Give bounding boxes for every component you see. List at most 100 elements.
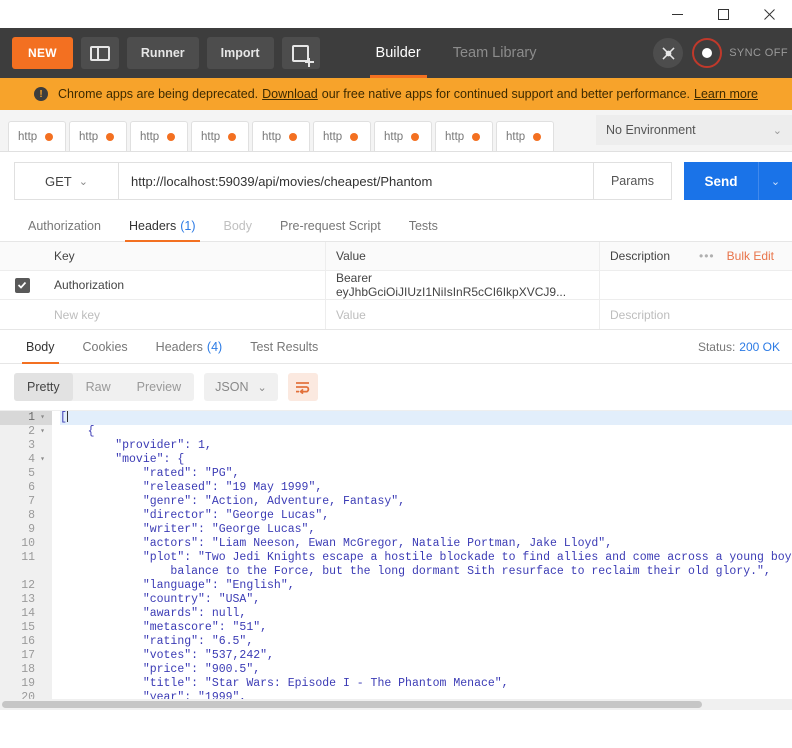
- header-description-input[interactable]: [600, 271, 792, 299]
- response-status: Status: 200 OK: [698, 330, 792, 363]
- horizontal-scrollbar-thumb[interactable]: [2, 701, 702, 708]
- line-number-value: 18: [21, 663, 35, 676]
- response-tab-headers[interactable]: Headers (4): [142, 330, 237, 363]
- headers-table-actions: ••• Bulk Edit: [699, 249, 782, 263]
- send-options-caret[interactable]: ⌄: [758, 162, 792, 200]
- fold-arrow-icon[interactable]: ▾: [39, 425, 46, 439]
- header-key-input[interactable]: Authorization: [44, 271, 326, 299]
- url-input[interactable]: http://localhost:59039/api/movies/cheape…: [118, 162, 594, 200]
- tab-team-library[interactable]: Team Library: [437, 28, 553, 78]
- close-icon[interactable]: [746, 0, 792, 28]
- status-badge: 200 OK: [739, 339, 780, 354]
- request-subtab-body[interactable]: Body: [210, 210, 267, 241]
- fold-arrow-icon[interactable]: ▾: [39, 411, 46, 425]
- request-subtab-pre-request-script[interactable]: Pre-request Script: [266, 210, 395, 241]
- table-row-placeholder: New key Value Description: [0, 300, 792, 329]
- line-number: 11: [0, 551, 52, 565]
- tab-builder[interactable]: Builder: [360, 28, 437, 78]
- code-line: "provider": 1,: [60, 439, 212, 452]
- request-tab-3[interactable]: http: [191, 121, 249, 151]
- code-line: "director": "George Lucas",: [60, 509, 330, 522]
- url-bar: GET ⌄ http://localhost:59039/api/movies/…: [0, 152, 792, 210]
- code-line: "rated": "PG",: [60, 467, 240, 480]
- request-subtabs: Authorization Headers (1) Body Pre-request S…: [0, 210, 792, 242]
- request-tab-2[interactable]: http: [130, 121, 188, 151]
- view-mode-raw[interactable]: Raw: [73, 373, 124, 401]
- response-body-viewer[interactable]: 1▾2▾34▾56789101112131415161718192021 [ {…: [0, 410, 792, 710]
- banner-download-link[interactable]: Download: [262, 87, 318, 101]
- request-tab-4[interactable]: http: [252, 121, 310, 151]
- new-button[interactable]: NEW: [12, 37, 73, 69]
- bulk-edit-button[interactable]: Bulk Edit: [727, 249, 774, 263]
- column-header-key: Key: [44, 242, 326, 270]
- line-number-value: 19: [21, 677, 35, 690]
- banner-learn-more-link[interactable]: Learn more: [694, 87, 758, 101]
- response-tab-count: (4): [206, 339, 223, 354]
- request-tab-label: http: [445, 130, 465, 143]
- environment-select-label: No Environment: [606, 123, 696, 137]
- request-subtab-tests[interactable]: Tests: [395, 210, 452, 241]
- response-tab-cookies[interactable]: Cookies: [69, 330, 142, 363]
- code-content[interactable]: [ { "provider": 1, "movie": { "rated": "…: [52, 411, 792, 710]
- request-subtab-authorization[interactable]: Authorization: [14, 210, 115, 241]
- request-tab-label: http: [384, 130, 404, 143]
- response-tab-test-results[interactable]: Test Results: [236, 330, 332, 363]
- request-tab-label: http: [201, 130, 221, 143]
- line-number-value: 8: [28, 509, 35, 522]
- new-key-input[interactable]: New key: [44, 300, 326, 329]
- new-tab-button[interactable]: [281, 37, 320, 69]
- sync-status-icon[interactable]: [692, 38, 723, 68]
- wrap-lines-button[interactable]: [287, 373, 318, 401]
- params-button[interactable]: Params: [594, 162, 672, 200]
- request-tab-label: http: [323, 130, 343, 143]
- response-tab-body[interactable]: Body: [12, 330, 69, 364]
- request-tab-8[interactable]: http: [496, 121, 554, 151]
- new-description-input[interactable]: Description: [600, 300, 792, 329]
- line-number: 17: [0, 649, 52, 663]
- table-row: Authorization Bearer eyJhbGciOiJIUzI1NiI…: [0, 271, 792, 300]
- line-number-value: 2: [28, 425, 35, 438]
- line-number-value: 13: [21, 593, 35, 606]
- window-titlebar: [0, 0, 792, 28]
- column-header-value: Value: [326, 242, 600, 270]
- maximize-icon[interactable]: [700, 0, 746, 28]
- code-line: "votes": "537,242",: [60, 649, 274, 662]
- request-tab-5[interactable]: http: [313, 121, 371, 151]
- placeholder-checkbox-cell: [0, 300, 44, 329]
- line-number-value: 16: [21, 635, 35, 648]
- sidebar-toggle-button[interactable]: [80, 37, 119, 69]
- minimize-icon[interactable]: [654, 0, 700, 28]
- request-tab-1[interactable]: http: [69, 121, 127, 151]
- request-tab-label: http: [79, 130, 99, 143]
- header-value-input[interactable]: Bearer eyJhbGciOiJIUzI1NiIsInR5cCI6IkpXV…: [326, 271, 600, 299]
- code-line: "awards": null,: [60, 607, 247, 620]
- line-number: 18: [0, 663, 52, 677]
- method-select[interactable]: GET ⌄: [14, 162, 118, 200]
- view-mode-preview[interactable]: Preview: [124, 373, 194, 401]
- request-tab-0[interactable]: http: [8, 121, 66, 151]
- interceptor-button[interactable]: [653, 38, 684, 68]
- import-button[interactable]: Import: [206, 37, 274, 69]
- request-tab-7[interactable]: http: [435, 121, 493, 151]
- fold-arrow-icon[interactable]: ▾: [39, 453, 46, 467]
- column-header-description: Description ••• Bulk Edit: [600, 242, 792, 270]
- request-subtab-headers[interactable]: Headers (1): [115, 210, 210, 242]
- new-tab-icon: [292, 44, 315, 67]
- request-subtab-label: Pre-request Script: [280, 218, 381, 233]
- line-number: 5: [0, 467, 52, 481]
- request-tab-6[interactable]: http: [374, 121, 432, 151]
- send-button[interactable]: Send: [684, 162, 758, 200]
- code-line: "genre": "Action, Adventure, Fantasy",: [60, 495, 406, 508]
- response-format-select[interactable]: JSON ⌄: [204, 373, 278, 401]
- line-number: 3: [0, 439, 52, 453]
- new-value-input[interactable]: Value: [326, 300, 600, 329]
- runner-button[interactable]: Runner: [126, 37, 199, 69]
- more-options-icon[interactable]: •••: [699, 249, 715, 263]
- view-mode-group: Pretty Raw Preview: [14, 373, 195, 401]
- response-format-label: JSON: [215, 380, 249, 394]
- view-mode-pretty[interactable]: Pretty: [14, 373, 73, 401]
- horizontal-scrollbar[interactable]: [0, 699, 792, 710]
- unsaved-dot-icon: [411, 132, 420, 141]
- environment-select[interactable]: No Environment ⌄: [596, 115, 792, 145]
- header-enabled-checkbox[interactable]: [14, 277, 30, 293]
